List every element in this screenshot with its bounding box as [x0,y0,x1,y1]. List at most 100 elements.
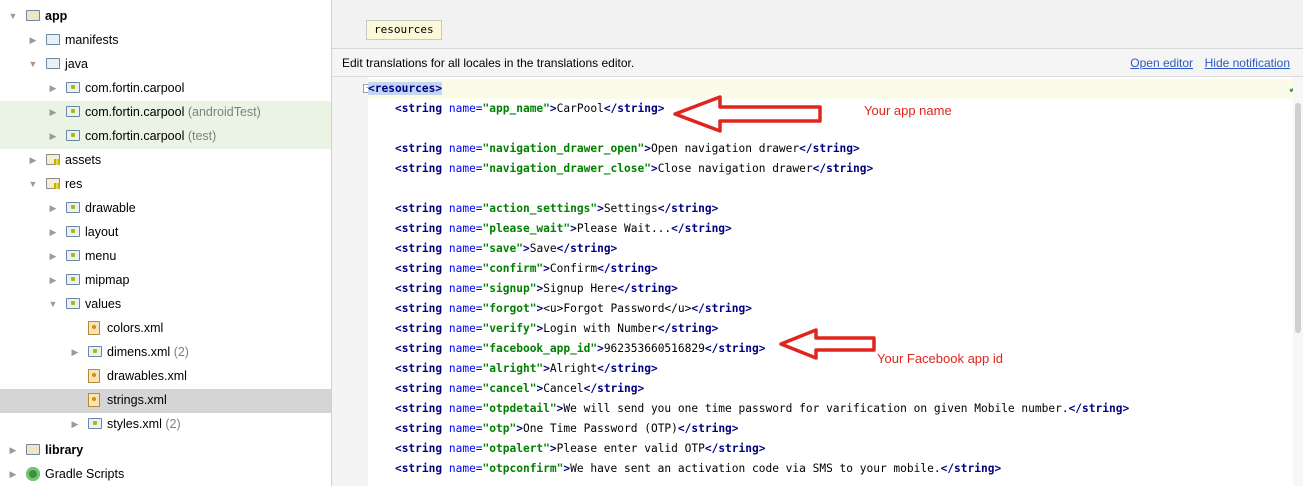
tree-node[interactable]: drawables.xml [0,365,331,389]
code-line[interactable]: <resources> [368,79,1293,99]
collapsed-arrow-icon[interactable]: ▶ [28,154,38,166]
code-editor[interactable]: <resources> <string name="app_name">CarP… [368,77,1293,486]
xml-tag: </string> [583,382,645,395]
xml-file-icon [88,321,100,335]
xml-tag: <string [394,262,443,275]
tree-node-label: assets [65,153,101,167]
tree-node[interactable]: ▶ dimens.xml (2) [0,341,331,365]
expanded-arrow-icon[interactable]: ▼ [8,10,18,22]
collapsed-arrow-icon[interactable]: ▶ [48,106,58,118]
package-folder-icon [66,82,80,93]
xml-tag: > [644,142,651,155]
string-value: We will send you one time password for v… [563,402,1069,415]
tree-node[interactable]: ▼ app [0,5,331,29]
collapsed-arrow-icon[interactable]: ▶ [48,274,58,286]
code-line[interactable]: <string name="action_settings">Settings<… [368,199,1293,219]
hide-notification-link[interactable]: Hide notification [1205,56,1290,70]
tree-node[interactable]: ▶ com.fortin.carpool (androidTest) [0,101,331,125]
tree-node[interactable]: ▼ java [0,53,331,77]
folder-icon [46,58,60,69]
code-line[interactable]: <string name="otpalert">Please enter val… [368,439,1293,459]
collapsed-arrow-icon[interactable]: ▶ [70,346,80,358]
tree-node-text: manifests [65,33,119,47]
tree-node-text: app [45,9,68,23]
vertical-scrollbar[interactable] [1293,77,1303,486]
xml-tag: <string [394,242,443,255]
tree-node-label: java [65,57,88,71]
tree-node[interactable]: ▶ Gradle Scripts [0,463,331,486]
code-line[interactable]: <string name="signup">Signup Here</strin… [368,279,1293,299]
tree-node-text: strings.xml [107,393,167,407]
gradle-icon [26,467,40,481]
collapsed-arrow-icon[interactable]: ▶ [8,468,18,480]
code-line[interactable]: <string name="navigation_drawer_open">Op… [368,139,1293,159]
tree-node-text: res [65,177,83,191]
collapsed-arrow-icon[interactable]: ▶ [8,444,18,456]
collapsed-arrow-icon[interactable]: ▶ [48,226,58,238]
code-line[interactable]: <string name="alright">Alright</string> [368,359,1293,379]
tree-node[interactable]: ▶ com.fortin.carpool (test) [0,125,331,149]
xml-attribute: name= [448,322,483,335]
xml-tag: > [570,222,577,235]
code-line[interactable]: <string name="please_wait">Please Wait..… [368,219,1293,239]
code-line[interactable]: <string name="cancel">Cancel</string> [368,379,1293,399]
xml-attribute-value: "please_wait" [482,222,571,235]
collapsed-arrow-icon[interactable]: ▶ [48,130,58,142]
collapsed-arrow-icon[interactable]: ▶ [28,34,38,46]
tree-node-label: com.fortin.carpool (test) [85,129,216,143]
tree-node[interactable]: strings.xml [0,389,331,413]
code-line[interactable] [368,119,1293,139]
collapsed-arrow-icon[interactable]: ▶ [48,250,58,262]
breadcrumb[interactable]: resources [366,20,442,40]
tree-node[interactable]: colors.xml [0,317,331,341]
tree-node[interactable]: ▶ manifests [0,29,331,53]
package-folder-icon [66,130,80,141]
code-line[interactable]: <string name="forgot"><u>Forgot Password… [368,299,1293,319]
tree-node[interactable]: ▶ drawable [0,197,331,221]
collapsed-arrow-icon[interactable]: ▶ [48,202,58,214]
expanded-arrow-icon[interactable]: ▼ [28,58,38,70]
project-tree[interactable]: ▼ app ▶ manifests ▼ java ▶ com.fortin.carpool ▶ c… [0,0,332,486]
package-folder-icon [88,418,102,429]
xml-attribute: name= [448,242,483,255]
code-line[interactable]: <string name="navigation_drawer_close">C… [368,159,1293,179]
xml-tag: <string [394,382,443,395]
xml-tag: </string> [597,262,658,275]
code-line[interactable]: <string name="otp">One Time Password (OT… [368,419,1293,439]
tree-node[interactable]: ▶ mipmap [0,269,331,293]
code-line[interactable] [368,179,1293,199]
tree-node[interactable]: ▶ assets [0,149,331,173]
code-line[interactable]: <string name="otpconfirm">We have sent a… [368,459,1293,479]
tree-node[interactable]: ▶ layout [0,221,331,245]
tree-node-text: assets [65,153,102,167]
collapsed-arrow-icon[interactable]: ▶ [70,418,80,430]
scrollbar-thumb[interactable] [1295,103,1301,333]
tree-node[interactable]: ▶ menu [0,245,331,269]
expanded-arrow-icon[interactable]: ▼ [48,298,58,310]
xml-tag: <string [394,342,443,355]
tree-node[interactable]: ▶ library [0,439,331,463]
code-line[interactable]: <string name="otpdetail">We will send yo… [368,399,1293,419]
xml-attribute-value: "app_name" [482,102,550,115]
tree-node[interactable]: ▶ styles.xml (2) [0,413,331,437]
xml-tag: </string> [704,342,766,355]
tree-node-suffix: (2) [170,345,189,359]
module-icon [26,444,40,455]
xml-attribute: name= [448,302,483,315]
string-value: Login with Number [543,322,658,335]
tree-node-text: Gradle Scripts [45,467,125,481]
tree-node[interactable]: ▼ values [0,293,331,317]
xml-attribute-value: "facebook_app_id" [482,342,598,355]
xml-tag: <string [394,102,443,115]
tree-node-label: Gradle Scripts [45,467,124,481]
code-line[interactable]: <string name="app_name">CarPool</string> [368,99,1293,119]
collapsed-arrow-icon[interactable]: ▶ [48,82,58,94]
editor-gutter[interactable] [332,77,368,486]
tree-node[interactable]: ▼ res [0,173,331,197]
tree-node[interactable]: ▶ com.fortin.carpool [0,77,331,101]
package-folder-icon [66,202,80,213]
open-editor-link[interactable]: Open editor [1130,56,1193,70]
code-line[interactable]: <string name="save">Save</string> [368,239,1293,259]
expanded-arrow-icon[interactable]: ▼ [28,178,38,190]
code-line[interactable]: <string name="confirm">Confirm</string> [368,259,1293,279]
